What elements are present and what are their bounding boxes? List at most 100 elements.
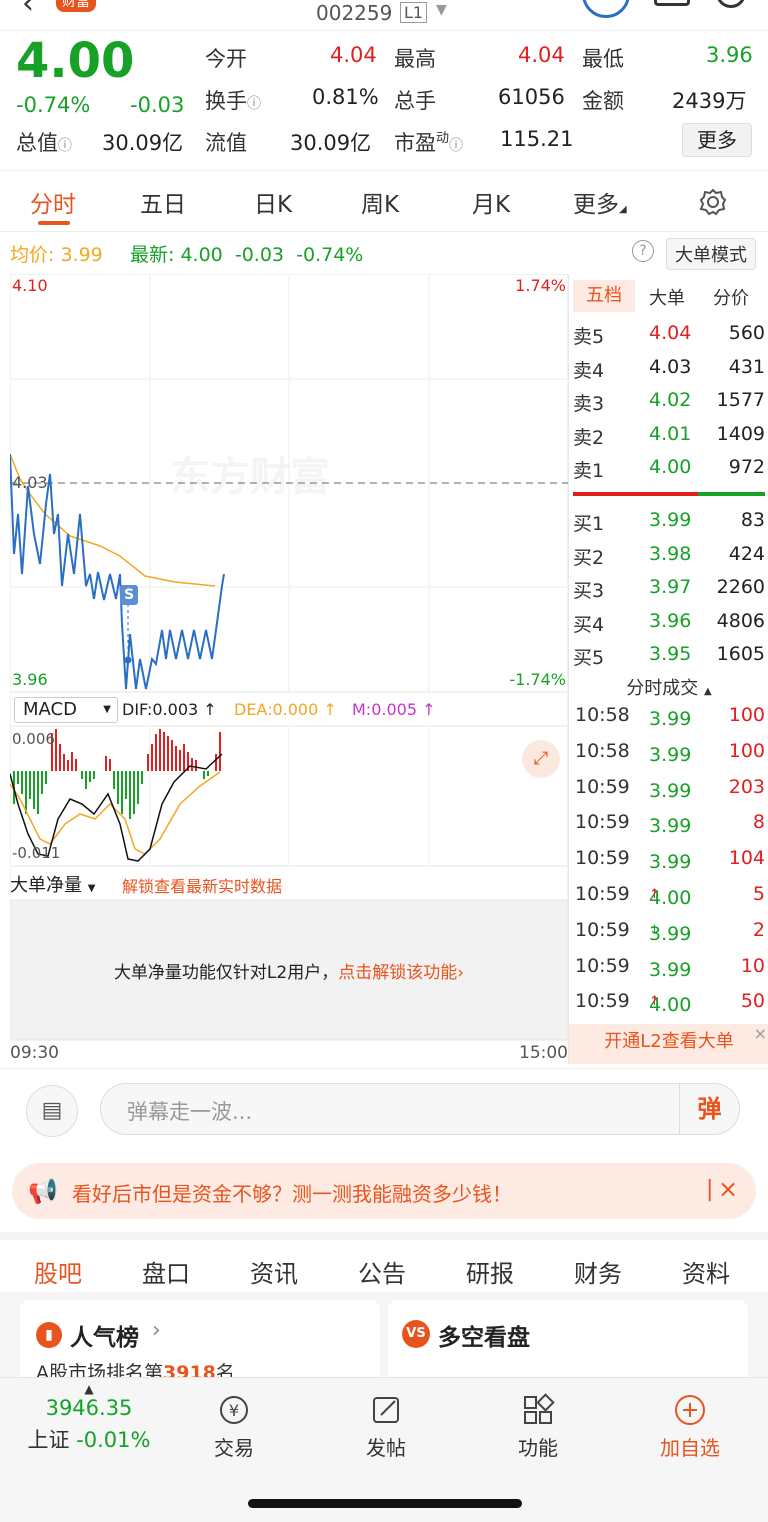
- subtab-research[interactable]: 研报: [466, 1254, 514, 1289]
- tab-monthly[interactable]: 月K: [472, 185, 510, 219]
- danmu-bar: ▤ 弹幕走一波... 弹: [0, 1068, 768, 1152]
- bignet-unlock-link[interactable]: 解锁查看最新实时数据: [122, 873, 282, 897]
- signal-marker[interactable]: S: [120, 585, 138, 605]
- bid-row[interactable]: 买4 3.96 4806: [569, 606, 768, 639]
- note-icon[interactable]: ▤: [26, 1085, 78, 1137]
- stock-code[interactable]: 002259: [316, 1, 392, 25]
- vs-card[interactable]: VS 多空看盘: [388, 1300, 748, 1378]
- dropdown-icon[interactable]: ▼: [436, 2, 447, 18]
- subtab-guba[interactable]: 股吧: [34, 1254, 82, 1289]
- ob-tab-bigorder[interactable]: 大单: [649, 284, 685, 310]
- float-value: 30.09亿: [290, 131, 372, 155]
- quote-panel: 4.00 -0.74% -0.03 总值ⓘ 30.09亿 今开 4.04 最高 …: [0, 30, 768, 170]
- change-pct: -0.74%: [16, 93, 91, 117]
- trade-volume: 50: [740, 990, 765, 1013]
- share-icon[interactable]: [654, 0, 690, 6]
- danmu-input[interactable]: 弹幕走一波... 弹: [100, 1083, 740, 1135]
- nav-function[interactable]: 功能: [488, 1392, 588, 1461]
- bid-label: 买5: [573, 647, 605, 669]
- ask-row[interactable]: 卖1 4.00 972: [569, 452, 768, 485]
- subtab-notice[interactable]: 公告: [358, 1254, 406, 1289]
- bignet-selector[interactable]: 大单净量 ▼: [10, 871, 95, 897]
- ob-tab-level5[interactable]: 五档: [573, 280, 635, 312]
- nav-post[interactable]: 发帖: [336, 1392, 436, 1461]
- bignet-message[interactable]: 大单净量功能仅针对L2用户，点击解锁该功能›: [10, 958, 568, 983]
- tab-intraday[interactable]: 分时: [30, 185, 76, 219]
- ask-price: 4.01: [649, 422, 692, 445]
- yen-icon: ¥: [220, 1396, 248, 1424]
- big-order-mode-button[interactable]: 大单模式: [666, 238, 756, 270]
- ask-row[interactable]: 卖5 4.04 560: [569, 318, 768, 351]
- sub-tabs: 股吧 盘口 资讯 公告 研报 财务 资料: [0, 1232, 768, 1296]
- ask-row[interactable]: 卖4 4.03 431: [569, 352, 768, 385]
- bid-row[interactable]: 买3 3.97 2260: [569, 572, 768, 605]
- ask-row[interactable]: 卖3 4.02 1577: [569, 385, 768, 418]
- promo-banner[interactable]: 📢 看好后市但是资金不够？测一测我能融资多少钱！ | ×: [12, 1163, 756, 1219]
- ask-price: 4.00: [649, 456, 692, 478]
- y-bot-label: 3.96: [12, 670, 48, 689]
- l2-banner[interactable]: 开通L2查看大单 ×: [569, 1024, 768, 1064]
- nav-trade[interactable]: ¥ 交易: [184, 1392, 284, 1461]
- subtab-news[interactable]: 资讯: [250, 1254, 298, 1289]
- expand-icon[interactable]: ⤢: [522, 740, 560, 778]
- ask-volume: 1577: [716, 389, 765, 411]
- subtab-pankou[interactable]: 盘口: [142, 1254, 190, 1289]
- tab-weekly[interactable]: 周K: [361, 185, 399, 219]
- close-icon[interactable]: ×: [754, 1016, 767, 1052]
- macd-dif: DIF:0.003 ↑: [122, 700, 217, 719]
- level-badge[interactable]: L1: [400, 2, 428, 23]
- amount-value: 2439万: [672, 89, 747, 113]
- gear-icon[interactable]: [698, 187, 728, 221]
- trade-volume: 100: [728, 739, 765, 762]
- start-time: 09:30: [10, 1043, 59, 1063]
- refresh-icon[interactable]: [582, 0, 630, 18]
- bid-row[interactable]: 买1 3.99 83: [569, 505, 768, 538]
- help-icon[interactable]: ?: [632, 240, 654, 262]
- trades-title[interactable]: 分时成交 ▲: [569, 674, 768, 700]
- macd-dea: DEA:0.000 ↑: [234, 700, 337, 719]
- popular-card[interactable]: ▮ 人气榜 › A股市场排名第3918名: [20, 1300, 380, 1378]
- ask-price: 4.03: [649, 355, 692, 378]
- trade-time: 10:59: [575, 775, 630, 798]
- nav-add-watchlist[interactable]: 加自选: [640, 1392, 740, 1461]
- banner-close-icon[interactable]: ×: [718, 1175, 738, 1203]
- danmu-send-button[interactable]: 弹: [679, 1084, 739, 1134]
- ob-tab-pricedist[interactable]: 分价: [713, 284, 749, 310]
- subtab-profile[interactable]: 资料: [682, 1254, 730, 1289]
- trade-time: 10:59: [575, 811, 630, 834]
- bid-volume: 424: [728, 542, 765, 565]
- popular-icon: ▮: [36, 1322, 62, 1348]
- ask-label: 卖3: [573, 393, 605, 415]
- trade-time: 10:59: [575, 847, 630, 870]
- period-tabs: 分时 五日 日K 周K 月K 更多◢: [0, 170, 768, 232]
- latest-label: 最新: 4.00 -0.03 -0.74%: [130, 244, 364, 266]
- subtab-finance[interactable]: 财务: [574, 1254, 622, 1289]
- svg-text:¥: ¥: [229, 1401, 239, 1420]
- ask-label: 卖4: [573, 359, 605, 382]
- trade-row: 10:59 3.99 104: [575, 847, 765, 874]
- back-icon[interactable]: ‹: [22, 0, 34, 21]
- trade-time: 10:58: [575, 739, 630, 762]
- tab-more[interactable]: 更多◢: [573, 185, 627, 219]
- avg-price-bar: 均价: 3.99 最新: 4.00 -0.03 -0.74% ? 大单模式: [0, 238, 768, 270]
- trade-row: 10:59 4.00 ↑ 5: [575, 883, 765, 909]
- intraday-chart[interactable]: 东方财富 4.10 1.74% 4.03 3.96 -1.74% S MACD▼…: [10, 274, 568, 1064]
- tab-daily[interactable]: 日K: [254, 185, 292, 219]
- index-widget[interactable]: ▲ 3946.35 上证 -0.01%: [14, 1382, 164, 1454]
- bid-row[interactable]: 买2 3.98 424: [569, 539, 768, 572]
- banner-text[interactable]: 看好后市但是资金不够？测一测我能融资多少钱！: [72, 1178, 512, 1207]
- bid-label: 买2: [573, 546, 605, 569]
- search-icon[interactable]: [716, 0, 746, 8]
- macd-selector[interactable]: MACD ▼: [14, 697, 118, 723]
- tab-5day[interactable]: 五日: [140, 185, 186, 219]
- trade-time: 10:59: [575, 918, 630, 941]
- ask-row[interactable]: 卖2 4.01 1409: [569, 419, 768, 452]
- bid-row[interactable]: 买5 3.95 1605: [569, 639, 768, 672]
- turnover-value: 0.81%: [312, 85, 379, 109]
- trade-row: 10:59 3.99 ↓ 2: [575, 918, 765, 945]
- pe-label: 市盈动ⓘ: [394, 131, 464, 155]
- bid-price: 3.97: [649, 576, 692, 598]
- trade-time: 10:58: [575, 704, 630, 726]
- order-book: 五档 大单 分价 卖5 4.04 560 卖4 4.03 431 卖3 4.02 1…: [568, 274, 768, 1064]
- more-button[interactable]: 更多: [682, 123, 752, 157]
